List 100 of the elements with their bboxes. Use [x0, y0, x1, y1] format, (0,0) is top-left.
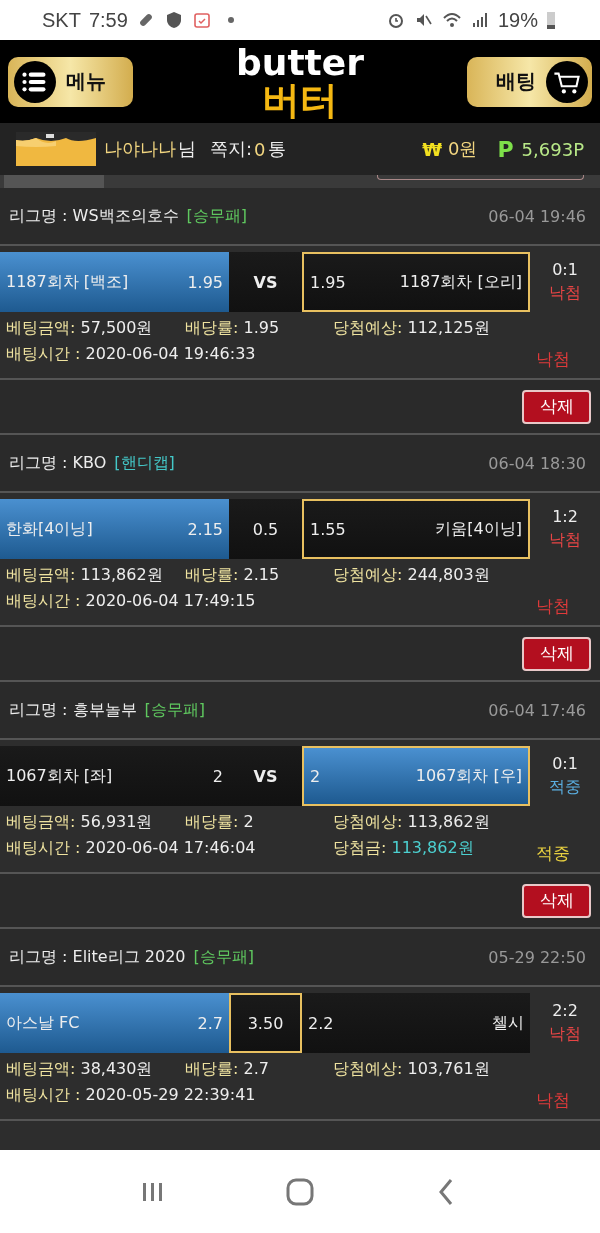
draw-cell: 0.5: [229, 499, 302, 559]
rate-value: 2.15: [243, 565, 280, 584]
calendar-icon: [191, 10, 212, 30]
expected-label: 당첨예상:: [333, 565, 403, 584]
score: 2:2: [552, 1001, 578, 1020]
team-name: 1067회차 [좌]: [6, 765, 113, 787]
time-label: 배팅시간 :: [6, 1085, 81, 1104]
expected-label: 당첨예상:: [333, 1059, 403, 1078]
rate-value: 1.95: [243, 318, 280, 337]
team-name: 1187회차 [백조]: [6, 271, 129, 293]
user-name: 나야나나: [104, 137, 176, 161]
team-name: 1067회차 [우]: [415, 765, 522, 787]
result-status: 적중: [549, 777, 581, 798]
time-label: 배팅시간 :: [6, 591, 81, 610]
amount-value: 113,862원: [80, 565, 163, 584]
odds-value: 1.95: [187, 272, 223, 292]
match-date: 05-29 22:50: [488, 947, 586, 967]
clock: 7:59: [88, 8, 128, 32]
team-name: 한화[4이닝]: [6, 518, 93, 540]
league-name: 리그명 : Elite리그 2020: [9, 946, 186, 968]
team-name: 첼시: [492, 1012, 524, 1034]
rate-label: 배당률:: [185, 1059, 239, 1078]
time-label: 배팅시간 :: [6, 838, 81, 857]
bet-time: 2020-06-04 17:49:15: [85, 591, 256, 610]
message-label: 쪽지:: [210, 137, 253, 161]
team-name: 아스날 FC: [6, 1012, 80, 1034]
winnings-label: 당첨금:: [333, 838, 387, 857]
dot-icon: [227, 17, 234, 23]
rate-label: 배당률:: [185, 565, 239, 584]
odds-value: 2: [310, 766, 321, 786]
score: 0:1: [552, 260, 578, 279]
amount-label: 베팅금액:: [6, 565, 76, 584]
rate-label: 배당률:: [185, 318, 239, 337]
amount-label: 베팅금액:: [6, 812, 76, 831]
delete-button[interactable]: 삭제: [522, 636, 591, 671]
expected-label: 당첨예상:: [333, 812, 403, 831]
expected-value: 113,862원: [407, 812, 490, 831]
wifi-icon: [441, 10, 462, 30]
league-name: 리그명 : KBO: [9, 452, 107, 474]
result-status: 낙첨: [549, 1024, 581, 1045]
draw-cell: VS: [229, 252, 302, 312]
odds-value: 1.55: [310, 519, 346, 539]
carrier: SKT: [42, 8, 81, 32]
bet-type: [승무패]: [186, 205, 248, 227]
logo-text: 버터: [262, 80, 338, 119]
rate-value: 2.7: [243, 1059, 269, 1078]
result-status: 낙첨: [549, 283, 581, 304]
rate-value: 2: [243, 812, 254, 831]
expected-value: 244,803원: [407, 565, 490, 584]
amount-value: 38,430원: [80, 1059, 153, 1078]
bet-type: [승무패]: [144, 699, 206, 721]
team-name: 키움[4이닝]: [435, 518, 522, 540]
amount-label: 베팅금액:: [6, 1059, 76, 1078]
match-date: 06-04 19:46: [488, 206, 586, 226]
final-status: 적중: [536, 842, 570, 865]
battery-level: 19%: [497, 8, 538, 32]
user-suffix: 님: [178, 137, 196, 161]
amount-value: 56,931원: [80, 812, 153, 831]
odds-value: 2: [212, 766, 223, 786]
final-status: 낙첨: [536, 595, 570, 618]
result-status: 낙첨: [549, 530, 581, 551]
odds-value: 2.15: [187, 519, 223, 539]
cart-icon: [546, 60, 588, 103]
rate-label: 배당률:: [185, 812, 239, 831]
odds-value: 2.7: [197, 1013, 223, 1033]
points-balance: 5,693P: [521, 138, 584, 160]
odds-value: 1.95: [310, 272, 346, 292]
expected-label: 당첨예상:: [333, 318, 403, 337]
amount-label: 베팅금액:: [6, 318, 76, 337]
bet-button[interactable]: 배팅: [467, 56, 592, 107]
league-name: 리그명 : WS백조의호수: [9, 205, 179, 227]
home-icon[interactable]: [285, 1176, 315, 1207]
match-date: 06-04 18:30: [488, 453, 586, 473]
score: 1:2: [552, 507, 578, 526]
battery-icon: [546, 10, 556, 30]
final-status: 낙첨: [536, 348, 570, 371]
winnings-value: 113,862원: [391, 838, 474, 857]
message-count[interactable]: 0: [254, 138, 266, 160]
final-status: 낙첨: [536, 1089, 570, 1112]
delete-button[interactable]: 삭제: [522, 883, 591, 918]
league-name: 리그명 : 흥부놀부: [9, 699, 137, 721]
logo-text: butter: [236, 44, 364, 81]
bet-time: 2020-06-04 17:46:04: [85, 838, 256, 857]
menu-button[interactable]: 메뉴: [8, 56, 133, 107]
won-icon: ₩: [422, 138, 443, 160]
delete-button[interactable]: 삭제: [522, 389, 591, 424]
odds-value: 2.2: [308, 1013, 334, 1033]
bet-time: 2020-06-04 19:46:33: [85, 344, 256, 363]
bet-type: [승무패]: [193, 946, 254, 968]
score: 0:1: [552, 754, 578, 773]
bet-time: 2020-05-29 22:39:41: [85, 1085, 256, 1104]
menu-icon: [14, 60, 56, 103]
team-name: 1187회차 [오리]: [399, 271, 522, 293]
draw-cell: 3.50: [229, 993, 302, 1053]
time-label: 배팅시간 :: [6, 344, 81, 363]
message-unit: 통: [267, 137, 286, 161]
match-date: 06-04 17:46: [488, 700, 586, 720]
expected-value: 103,761원: [407, 1059, 490, 1078]
expected-value: 112,125원: [407, 318, 490, 337]
points-icon: P: [497, 136, 514, 162]
